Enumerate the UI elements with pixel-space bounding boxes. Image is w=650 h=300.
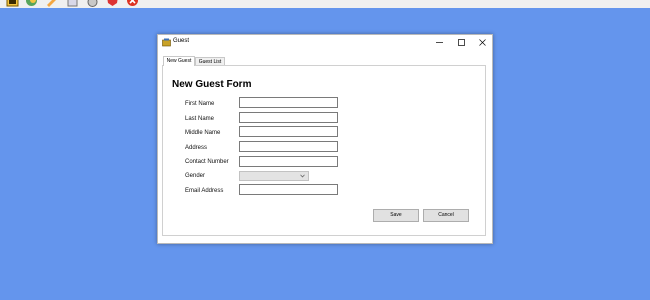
email-address-input[interactable] [239, 184, 338, 195]
guest-window: Guest New Guest Guest List New Guest For… [157, 34, 493, 244]
middle-name-label: Middle Name [185, 130, 221, 136]
top-toolbar [0, 0, 650, 8]
close-window-icon [478, 39, 486, 46]
pencil-icon[interactable] [45, 0, 58, 7]
network-icon[interactable] [86, 0, 99, 7]
gender-label: Gender [185, 173, 206, 179]
minimize-icon [435, 42, 443, 43]
globe-icon[interactable] [25, 0, 38, 7]
email-address-label: Email Address [185, 188, 224, 194]
cancel-button[interactable]: Cancel [423, 209, 469, 222]
gender-select[interactable] [239, 171, 309, 181]
title-bar[interactable]: Guest [158, 35, 492, 50]
contact-number-input[interactable] [239, 156, 338, 167]
first-name-label: First Name [185, 101, 215, 107]
address-input[interactable] [239, 141, 338, 152]
first-name-input[interactable] [239, 97, 338, 108]
maximize-button[interactable] [450, 35, 472, 50]
tab-new-guest[interactable]: New Guest [163, 56, 195, 66]
address-label: Address [185, 145, 208, 151]
save-button[interactable]: Save [373, 209, 419, 222]
last-name-label: Last Name [185, 116, 215, 122]
contact-number-label: Contact Number [185, 159, 229, 165]
window-title: Guest [173, 38, 190, 44]
document-icon[interactable] [66, 0, 79, 7]
app-icon [162, 38, 171, 47]
folder-icon[interactable] [6, 0, 19, 7]
minimize-button[interactable] [428, 35, 450, 50]
close-button[interactable] [471, 35, 493, 50]
middle-name-input[interactable] [239, 126, 338, 137]
last-name-input[interactable] [239, 112, 338, 123]
form-title: New Guest Form [172, 79, 252, 90]
shield-icon[interactable] [106, 0, 119, 7]
maximize-icon [457, 39, 465, 46]
chevron-down-icon [300, 174, 305, 178]
close-icon[interactable] [126, 0, 139, 7]
